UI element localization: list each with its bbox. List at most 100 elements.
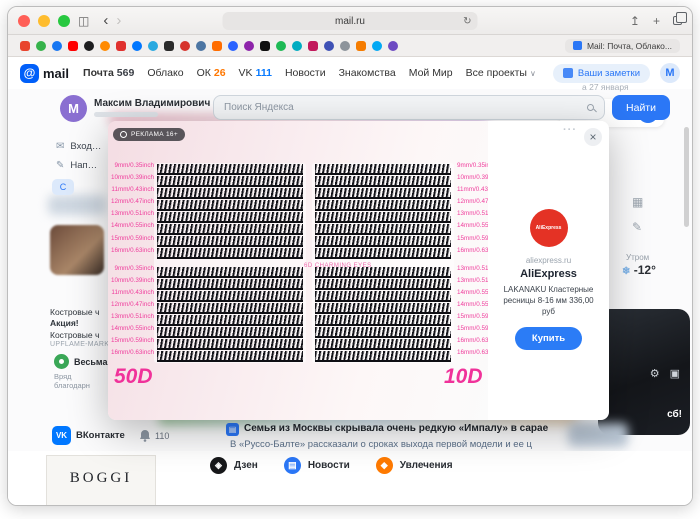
sidebar-toggle-icon[interactable]: ◫ — [78, 15, 89, 27]
bookmark-favicon[interactable] — [324, 41, 334, 51]
nav-item-новости[interactable]: Новости — [285, 67, 326, 79]
nav-badge: 111 — [256, 67, 272, 79]
lash-row — [315, 279, 451, 290]
lash-tray-left — [154, 163, 306, 363]
nav-item-облако[interactable]: Облако — [147, 67, 183, 79]
ad-menu-button[interactable]: ··· — [563, 124, 577, 136]
bookmark-favicon[interactable] — [100, 41, 110, 51]
scrollbar[interactable] — [684, 127, 689, 227]
search-icon — [587, 104, 594, 111]
header-avatar[interactable]: М — [660, 63, 680, 83]
bookmark-favicon[interactable] — [260, 41, 270, 51]
blurred-content — [568, 423, 628, 447]
search-input[interactable]: Поиск Яндекса — [213, 95, 605, 120]
lash-size-label: 16mm/0.63inch — [457, 350, 488, 362]
feed-thumbnail[interactable] — [50, 225, 104, 275]
user-name: Максим Владимирович — [94, 98, 210, 109]
user-avatar[interactable]: М — [60, 95, 87, 122]
lash-row — [315, 339, 451, 350]
nav-item-vk[interactable]: VK111 — [239, 67, 272, 79]
forward-icon: › — [116, 13, 121, 28]
bookmark-favicon[interactable] — [116, 41, 126, 51]
bookmark-favicon[interactable] — [228, 41, 238, 51]
bookmark-favicon[interactable] — [84, 41, 94, 51]
tab-label: Новости — [308, 460, 350, 471]
video-player-card[interactable]: ⚙ ▣ сб! — [598, 309, 690, 435]
bookmark-favicon[interactable] — [196, 41, 206, 51]
tab-hobbies[interactable]: ◆ Увлечения — [376, 457, 453, 474]
bookmark-favicon[interactable] — [356, 41, 366, 51]
lash-row — [157, 339, 303, 350]
bookmark-favicon[interactable] — [212, 41, 222, 51]
compose-button[interactable]: С — [52, 179, 74, 195]
calendar-icon[interactable]: ▦ — [632, 195, 643, 209]
bookmark-mail[interactable]: Mail: Почта, Облако... — [565, 39, 680, 53]
address-bar[interactable]: mail.ru ↻ — [223, 12, 478, 30]
news-source-icon: ▤ — [226, 423, 239, 436]
notes-button[interactable]: Ваши заметки — [553, 64, 650, 83]
new-tab-icon[interactable]: + — [653, 15, 660, 27]
bookmark-favicon[interactable] — [132, 41, 142, 51]
tab-news[interactable]: ▤ Новости — [284, 457, 350, 474]
bookmark-favicon[interactable] — [292, 41, 302, 51]
vk-label[interactable]: ВКонтакте — [76, 430, 125, 441]
window-zoom-button[interactable] — [58, 15, 70, 27]
share-icon[interactable]: ↥ — [630, 15, 640, 27]
ad-info-icon — [120, 131, 127, 138]
sidebar-item-inbox[interactable]: ✉ Вход… — [56, 141, 101, 152]
bookmark-favicon[interactable] — [180, 41, 190, 51]
sidebar-item-compose[interactable]: ✎ Нап… — [56, 160, 97, 171]
ad-buy-button[interactable]: Купить — [515, 327, 582, 350]
channel-line: благодарн — [54, 381, 90, 390]
nav-item-почта[interactable]: Почта569 — [83, 67, 134, 79]
lash-row — [157, 303, 303, 314]
bell-icon[interactable] — [139, 429, 151, 447]
aliexpress-logo-text: AliExpress — [536, 225, 562, 231]
weather-widget[interactable]: ❄ -12° — [622, 263, 656, 277]
news-subheadline[interactable]: В «Руссо-Балте» рассказали о сроках выхо… — [230, 439, 532, 450]
brand-ad-card[interactable]: BOGGI — [46, 455, 156, 506]
mailru-logo[interactable]: @ mail — [20, 64, 69, 83]
channel-avatar[interactable] — [54, 354, 69, 369]
window-minimize-button[interactable] — [38, 15, 50, 27]
bookmark-favicon[interactable] — [388, 41, 398, 51]
bookmark-favicon[interactable] — [164, 41, 174, 51]
bookmark-favicon[interactable] — [148, 41, 158, 51]
bookmark-favicon[interactable] — [340, 41, 350, 51]
back-icon[interactable]: ‹ — [103, 13, 108, 28]
bookmark-favicon[interactable] — [52, 41, 62, 51]
titlebar-actions: ↥ + — [630, 15, 682, 27]
channel-name[interactable]: Весьма — [74, 357, 107, 367]
nav-item-ок[interactable]: ОК26 — [197, 67, 226, 79]
bookmark-favicon[interactable] — [372, 41, 382, 51]
vk-icon[interactable]: VK — [52, 426, 71, 445]
ad-close-button[interactable]: × — [584, 128, 602, 146]
feed-story[interactable]: Костровые ч Акция! Костровые ч — [50, 307, 99, 341]
bookmark-favicon[interactable] — [308, 41, 318, 51]
bookmark-favicon[interactable] — [20, 41, 30, 51]
nav-item-мой-мир[interactable]: Мой Мир — [409, 67, 453, 79]
ad-product-title: LAKANAKU Кластерные ресницы 8-16 мм 336,… — [488, 284, 609, 318]
ad-creative-image[interactable]: РЕКЛАМА 16+ 9mm/0.35inch10mm/0.39inch11m… — [108, 121, 488, 420]
lash-row — [315, 188, 451, 199]
search-button[interactable]: Найти — [612, 95, 670, 120]
bookmark-favicon[interactable] — [36, 41, 46, 51]
tab-dzen[interactable]: ◈ Дзен — [210, 457, 258, 474]
bookmark-favicon[interactable] — [276, 41, 286, 51]
news-headline[interactable]: Семья из Москвы скрывала очень редкую «И… — [244, 423, 548, 434]
window-close-button[interactable] — [18, 15, 30, 27]
nav-item-все-проекты[interactable]: Все проекты∨ — [466, 67, 536, 79]
reload-icon[interactable]: ↻ — [463, 16, 471, 27]
pip-icon[interactable]: ▣ — [670, 367, 680, 380]
video-caption: сб! — [667, 409, 682, 420]
settings-gear-icon[interactable]: ⚙ — [650, 367, 660, 380]
edit-icon[interactable]: ✎ — [632, 220, 643, 234]
nav-item-знакомства[interactable]: Знакомства — [339, 67, 396, 79]
tab-overview-icon[interactable] — [673, 16, 682, 25]
bookmark-favicon[interactable] — [244, 41, 254, 51]
weather-temp: -12° — [634, 263, 656, 277]
lash-size-labels-left: 9mm/0.35inch10mm/0.39inch11mm/0.43inch12… — [110, 163, 154, 363]
bookmark-favicon[interactable] — [68, 41, 78, 51]
lash-row — [157, 315, 303, 326]
lash-row — [315, 315, 451, 326]
